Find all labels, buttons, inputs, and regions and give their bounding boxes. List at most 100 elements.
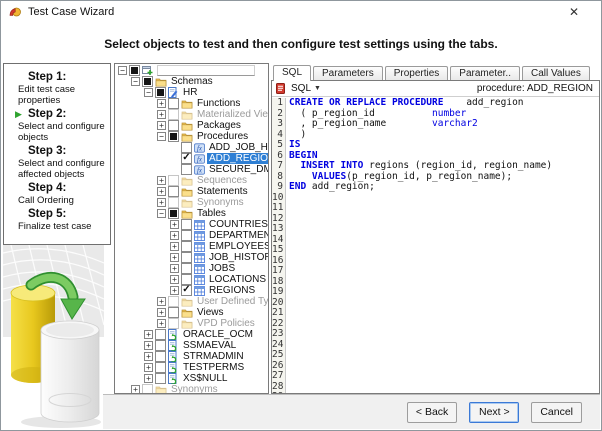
expand-icon[interactable]: + — [157, 187, 166, 196]
checkbox-jobs[interactable] — [181, 263, 192, 274]
checkbox-statements[interactable] — [168, 186, 179, 197]
checkbox-ssmaeval[interactable] — [155, 340, 166, 351]
expand-icon[interactable]: + — [131, 385, 140, 393]
back-button[interactable]: < Back — [406, 401, 458, 423]
tree-row-regions[interactable]: + REGIONS — [115, 285, 268, 296]
expand-icon[interactable]: + — [157, 198, 166, 207]
collapse-icon[interactable]: − — [157, 209, 166, 218]
expand-icon[interactable]: + — [170, 286, 179, 295]
checkbox-xs-null[interactable] — [155, 373, 166, 384]
checkbox-add-region[interactable] — [181, 153, 192, 164]
checkbox-testperms[interactable] — [155, 362, 166, 373]
tree-row-materialized-views[interactable]: + Materialized Views — [115, 109, 268, 120]
tab-parameter[interactable]: Parameter.. — [450, 66, 520, 80]
tree-row-testperms[interactable]: + TESTPERMS — [115, 362, 268, 373]
tree-row-xs-null[interactable]: + XS$NULL — [115, 373, 268, 384]
tree-row-hr[interactable]: − HR — [115, 87, 268, 98]
tree-row-employees[interactable]: + EMPLOYEES — [115, 241, 268, 252]
checkbox-departments[interactable] — [181, 230, 192, 241]
tab-sql[interactable]: SQL — [273, 65, 312, 81]
expand-icon[interactable]: + — [144, 374, 153, 383]
tree-row-ssmaeval[interactable]: + SSMAEVAL — [115, 340, 268, 351]
tree-row-locations[interactable]: + LOCATIONS — [115, 274, 268, 285]
expand-icon[interactable]: + — [170, 242, 179, 251]
expand-icon[interactable]: + — [170, 220, 179, 229]
tree-row-oracle-ocm[interactable]: + ORACLE_OCM — [115, 329, 268, 340]
tree-row-procedures[interactable]: − Procedures — [115, 131, 268, 142]
expand-icon[interactable]: + — [157, 176, 166, 185]
expand-icon[interactable]: + — [170, 275, 179, 284]
checkbox-strmadmin[interactable] — [155, 351, 166, 362]
tab-parameters[interactable]: Parameters — [313, 66, 383, 80]
checkbox-employees[interactable] — [181, 241, 192, 252]
step-title: Step 4: — [28, 182, 67, 194]
tab-properties[interactable]: Properties — [384, 66, 449, 80]
expand-icon[interactable]: + — [170, 264, 179, 273]
checkbox-secure-dml[interactable] — [181, 164, 192, 175]
checkbox-packages[interactable] — [168, 120, 179, 131]
expand-icon[interactable]: + — [157, 308, 166, 317]
tree-row-countries[interactable]: + COUNTRIES — [115, 219, 268, 230]
expand-icon[interactable]: + — [157, 319, 166, 328]
sql-code-editor[interactable]: 1 CREATE OR REPLACE PROCEDURE add_region 2… — [272, 98, 599, 393]
tree-row-strmadmin[interactable]: + STRMADMIN — [115, 351, 268, 362]
tree-row-tables[interactable]: − Tables — [115, 208, 268, 219]
collapse-icon[interactable]: − — [131, 77, 140, 86]
tree-row-synonyms[interactable]: + Synonyms — [115, 384, 268, 393]
tree-row-jobs[interactable]: + JOBS — [115, 263, 268, 274]
tree-row-packages[interactable]: + Packages — [115, 120, 268, 131]
expand-icon[interactable]: + — [144, 363, 153, 372]
tree-row-vpd-policies[interactable]: + VPD Policies — [115, 318, 268, 329]
checkbox-tables[interactable] — [168, 208, 179, 219]
proc-icon: fx — [194, 153, 205, 164]
svg-text:fx: fx — [197, 166, 203, 174]
close-icon[interactable]: ✕ — [569, 6, 579, 18]
object-tree[interactable]: −−Schemas−HR+Functions+Materialized View… — [114, 63, 269, 394]
tree-row-root[interactable]: − — [115, 65, 268, 76]
checkbox-procedures[interactable] — [168, 131, 179, 142]
tree-row-add-job-history[interactable]: fx ADD_JOB_HISTORY — [115, 142, 268, 153]
tree-row-schemas[interactable]: − Schemas — [115, 76, 268, 87]
checkbox-job-history[interactable] — [181, 252, 192, 263]
checkbox-functions[interactable] — [168, 98, 179, 109]
collapse-icon[interactable]: − — [118, 66, 127, 75]
tree-row-sequences[interactable]: + Sequences — [115, 175, 268, 186]
tree-row-functions[interactable]: + Functions — [115, 98, 268, 109]
expand-icon[interactable]: + — [157, 110, 166, 119]
expand-icon[interactable]: + — [157, 99, 166, 108]
checkbox-views[interactable] — [168, 307, 179, 318]
tree-row-add-region[interactable]: fx ADD_REGION — [115, 153, 268, 164]
tree-row-views[interactable]: + Views — [115, 307, 268, 318]
collapse-icon[interactable]: − — [157, 132, 166, 141]
tree-row-departments[interactable]: + DEPARTMENTS — [115, 230, 268, 241]
checkbox-root[interactable] — [129, 65, 140, 76]
checkbox-regions[interactable] — [181, 285, 192, 296]
tree-label: JOB_HISTORY — [209, 252, 268, 263]
expand-icon[interactable]: + — [157, 121, 166, 130]
checkbox-countries[interactable] — [181, 219, 192, 230]
checkbox-oracle-ocm[interactable] — [155, 329, 166, 340]
checkbox-hr[interactable] — [155, 87, 166, 98]
root-name-editbox[interactable] — [157, 65, 255, 76]
collapse-icon[interactable]: − — [144, 88, 153, 97]
sql-script-icon — [276, 83, 285, 94]
tree-row-secure-dml[interactable]: fx SECURE_DML — [115, 164, 268, 175]
title-bar[interactable]: Test Case Wizard ✕ — [1, 1, 601, 23]
tree-row-job-history[interactable]: + JOB_HISTORY — [115, 252, 268, 263]
expand-icon[interactable]: + — [170, 231, 179, 240]
expand-icon[interactable]: + — [144, 341, 153, 350]
checkbox-schemas[interactable] — [142, 76, 153, 87]
expand-icon[interactable]: + — [144, 330, 153, 339]
expand-icon[interactable]: + — [157, 297, 166, 306]
tree-row-statements[interactable]: + Statements — [115, 186, 268, 197]
expand-icon[interactable]: + — [170, 253, 179, 262]
tree-row-user-defined-types[interactable]: + User Defined Types — [115, 296, 268, 307]
next-button[interactable]: Next > — [469, 401, 520, 423]
tree-row-synonyms[interactable]: + Synonyms — [115, 197, 268, 208]
tab-call-values[interactable]: Call Values — [521, 66, 590, 80]
sql-dropdown[interactable]: SQL ▼ — [291, 83, 321, 94]
cancel-button[interactable]: Cancel — [531, 401, 582, 423]
expand-icon[interactable]: + — [144, 352, 153, 361]
